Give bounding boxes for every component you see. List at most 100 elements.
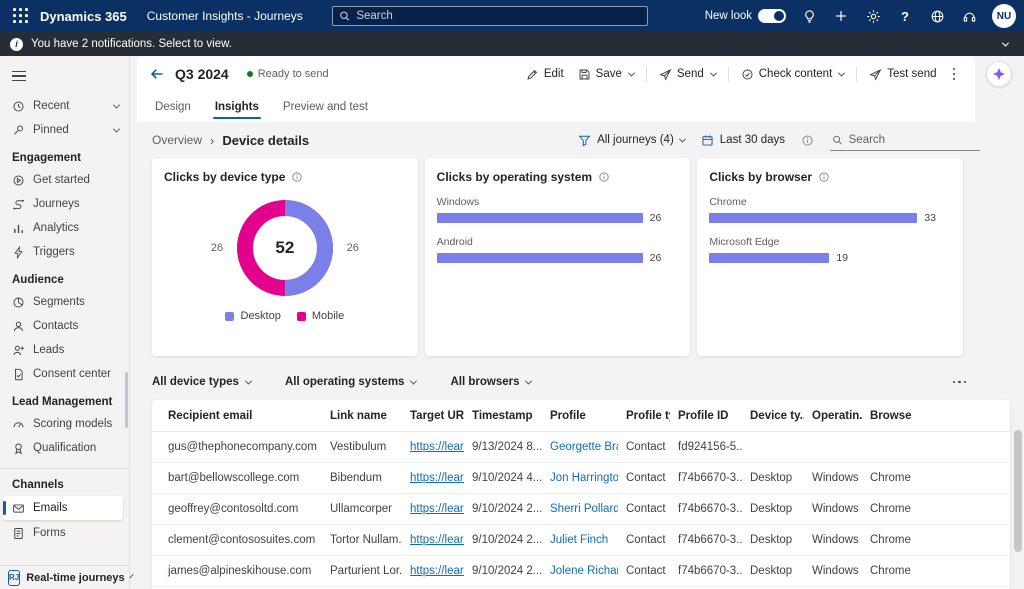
sidebar-item-contacts[interactable]: Contacts (0, 314, 129, 338)
target-url-link[interactable]: https://lear... (402, 494, 464, 525)
info-icon[interactable] (818, 171, 830, 183)
profile-link[interactable]: Juliet Finch (542, 525, 618, 556)
chevron-down-icon[interactable] (113, 125, 120, 132)
lightbulb-icon[interactable] (800, 7, 818, 25)
settings-gear-icon[interactable] (864, 7, 882, 25)
check-circle-icon (741, 68, 754, 81)
chevron-down-icon[interactable] (1002, 39, 1009, 46)
column-header-profile-id[interactable]: Profile ID (670, 400, 742, 432)
table-row[interactable]: clement@contososuites.com Tortor Nullam.… (152, 525, 1010, 556)
sidebar-item-qualification[interactable]: Qualification (0, 436, 129, 460)
sidebar-item-triggers[interactable]: Triggers (0, 240, 129, 264)
area-switcher[interactable]: RJ Real-time journeys (0, 565, 129, 589)
sidebar-item-leads[interactable]: Leads (0, 338, 129, 362)
chevron-down-icon[interactable] (113, 101, 120, 108)
brand-title[interactable]: Dynamics 365 (40, 9, 127, 24)
chevron-down-icon[interactable] (628, 69, 635, 76)
collapse-sitemap-button[interactable] (8, 64, 38, 88)
back-button[interactable] (149, 66, 165, 82)
donut-value-desktop: 26 (347, 242, 359, 254)
info-icon[interactable] (291, 171, 303, 183)
bar-fill[interactable] (437, 253, 643, 263)
target-url-link[interactable]: https://lear... (402, 432, 464, 463)
insights-search[interactable] (830, 129, 980, 151)
column-header-profile-type[interactable]: Profile ty... (618, 400, 670, 432)
info-icon[interactable] (598, 171, 610, 183)
send-button[interactable]: Send (653, 64, 722, 85)
global-search[interactable] (332, 6, 648, 26)
sidebar-item-analytics[interactable]: Analytics (0, 216, 129, 240)
column-header-recipient-email[interactable]: Recipient email (152, 400, 322, 432)
user-avatar[interactable]: NU (992, 4, 1016, 28)
save-button[interactable]: Save (572, 64, 640, 85)
sidebar-item-pinned[interactable]: Pinned (0, 118, 129, 142)
scrollbar-thumb[interactable] (1014, 430, 1022, 552)
table-row[interactable]: gus@thephonecompany.com Vestibulum https… (152, 432, 1010, 463)
table-more-options-button[interactable] (949, 377, 971, 388)
sidebar-item-emails[interactable]: Emails (3, 496, 123, 520)
table-row[interactable]: bart@bellowscollege.com Bibendum https:/… (152, 463, 1010, 494)
column-header-browser[interactable]: Browser (862, 400, 912, 432)
profile-link[interactable]: Jolene Richard (542, 556, 618, 587)
column-header-operating-system[interactable]: Operatin... (804, 400, 862, 432)
app-name[interactable]: Customer Insights - Journeys (147, 9, 303, 23)
bar-fill[interactable] (709, 213, 917, 223)
copilot-button[interactable] (986, 61, 1012, 87)
sidebar-item-get-started[interactable]: Get started (0, 168, 129, 192)
legend-mobile[interactable]: Mobile (297, 310, 344, 322)
bar-fill[interactable] (709, 253, 829, 263)
target-url-link[interactable]: https://lear... (402, 463, 464, 494)
profile-link[interactable]: Georgette Bray (542, 432, 618, 463)
breadcrumb-overview[interactable]: Overview (152, 133, 202, 147)
tab-design[interactable]: Design (153, 95, 193, 122)
column-header-timestamp[interactable]: Timestamp (464, 400, 542, 432)
global-search-input[interactable] (356, 10, 641, 22)
target-url-link[interactable]: https://lear... (402, 525, 464, 556)
more-commands-button[interactable] (945, 64, 964, 85)
new-look-toggle[interactable] (758, 9, 786, 23)
app-launcher-icon[interactable] (10, 5, 32, 27)
operating-system-filter[interactable]: All operating systems (285, 376, 417, 388)
test-send-button[interactable]: Test send (863, 64, 942, 85)
calendar-icon (701, 134, 714, 147)
quick-create-icon[interactable] (832, 7, 850, 25)
status-dot-icon (247, 71, 253, 77)
help-icon[interactable]: ? (896, 7, 914, 25)
journey-filter-dropdown[interactable]: All journeys (4) (578, 134, 685, 147)
tab-preview-and-test[interactable]: Preview and test (281, 95, 370, 122)
column-header-device-type[interactable]: Device ty... (742, 400, 804, 432)
tab-insights[interactable]: Insights (213, 95, 261, 122)
check-content-button[interactable]: Check content (735, 64, 851, 85)
column-header-target-url[interactable]: Target URL (402, 400, 464, 432)
browser-filter[interactable]: All browsers (450, 376, 531, 388)
sidebar-item-forms[interactable]: Forms (0, 521, 129, 545)
date-range-dropdown[interactable]: Last 30 days (701, 134, 785, 147)
legend-desktop[interactable]: Desktop (225, 310, 280, 322)
feedback-globe-icon[interactable] (928, 7, 946, 25)
column-header-link-name[interactable]: Link name (322, 400, 402, 432)
profile-link[interactable]: Jon Harrington (542, 463, 618, 494)
bar-fill[interactable] (437, 213, 643, 223)
support-headset-icon[interactable] (960, 7, 978, 25)
sidebar-item-consent-center[interactable]: Consent center (0, 362, 129, 386)
device-type-filter[interactable]: All device types (152, 376, 251, 388)
vertical-scrollbar[interactable] (1014, 408, 1022, 589)
sidebar-item-journeys[interactable]: Journeys (0, 192, 129, 216)
sidebar-section-lead-management: Lead Management (0, 386, 129, 412)
sidebar-item-scoring-models[interactable]: Scoring models (0, 412, 129, 436)
area-badge: RJ (8, 570, 20, 586)
table-row[interactable]: geoffrey@contosoltd.com Ullamcorper http… (152, 494, 1010, 525)
table-row[interactable]: james@alpineskihouse.com Parturient Lor.… (152, 556, 1010, 587)
profile-link[interactable]: Sherri Pollard (542, 494, 618, 525)
sidebar-scrollbar-thumb[interactable] (125, 372, 128, 428)
insights-search-input[interactable] (849, 134, 978, 146)
notification-bar[interactable]: i You have 2 notifications. Select to vi… (0, 32, 1024, 56)
sidebar-item-segments[interactable]: Segments (0, 290, 129, 314)
column-header-profile[interactable]: Profile (542, 400, 618, 432)
edit-button[interactable]: Edit (520, 64, 570, 85)
info-icon[interactable] (801, 134, 814, 147)
target-url-link[interactable]: https://lear... (402, 556, 464, 587)
chevron-down-icon[interactable] (838, 69, 845, 76)
chevron-down-icon[interactable] (710, 69, 717, 76)
sidebar-item-recent[interactable]: Recent (0, 94, 129, 118)
